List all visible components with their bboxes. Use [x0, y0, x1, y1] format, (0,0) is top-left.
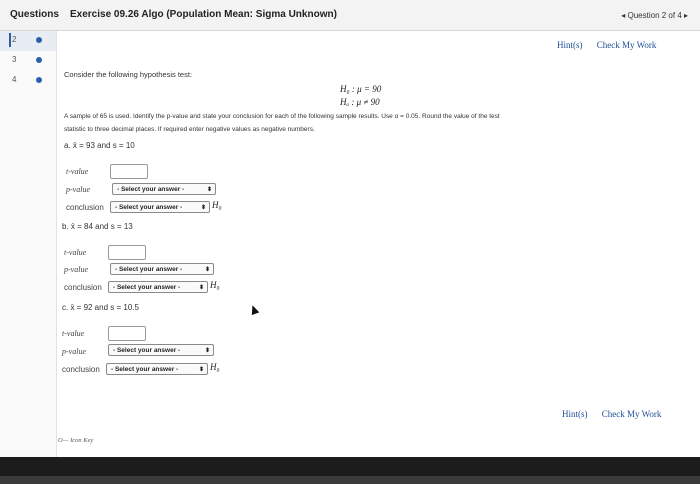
questions-label[interactable]: Questions — [10, 9, 59, 20]
chevron-down-icon: ⬍ — [204, 348, 210, 354]
conclusion-label: conclusion — [62, 365, 100, 374]
conclusion-select[interactable]: - Select your answer - ⬍ — [110, 201, 210, 213]
conclusion-select[interactable]: - Select your answer - ⬍ — [106, 363, 208, 375]
intro-text: Consider the following hypothesis test: — [64, 70, 192, 79]
p-value-label: p-value — [62, 347, 86, 356]
part-b-label: b. x̄ = 84 and s = 13 — [62, 222, 133, 231]
alt-hypothesis: Hₐ : μ ≠ 90 — [340, 97, 380, 107]
select-text: - Select your answer - — [113, 284, 181, 291]
description-line-1: A sample of 65 is used. Identify the p-v… — [64, 113, 500, 120]
question-nav[interactable]: ◂ Question 2 of 4 ▸ — [621, 11, 688, 20]
t-value-label: t-value — [66, 167, 89, 176]
t-value-input[interactable] — [108, 326, 146, 341]
hint-links-top: Hint(s) Check My Work — [545, 40, 656, 50]
h0-label: H₀ — [210, 280, 220, 290]
bottom-strip — [0, 476, 700, 484]
chevron-down-icon: ⬍ — [200, 205, 206, 211]
sidebar-item-number: 2 — [12, 35, 17, 44]
p-value-select[interactable]: - Select your answer - ⬍ — [108, 344, 214, 356]
select-text: - Select your answer - — [111, 366, 179, 373]
status-dot-icon — [36, 37, 42, 43]
conclusion-label: conclusion — [66, 203, 104, 212]
sidebar-item-number: 3 — [12, 55, 17, 64]
active-indicator — [9, 33, 11, 47]
status-dot-icon — [36, 77, 42, 83]
conclusion-label: conclusion — [64, 283, 102, 292]
p-value-select[interactable]: - Select your answer - ⬍ — [110, 263, 214, 275]
t-value-input[interactable] — [110, 164, 148, 179]
sidebar-item-3[interactable]: 3 — [0, 51, 56, 71]
description-line-2: statistic to three decimal places. If re… — [64, 126, 315, 133]
chevron-down-icon: ⬍ — [198, 367, 204, 373]
h0-label: H₀ — [210, 362, 220, 372]
icon-key-link[interactable]: O— Icon Key — [58, 437, 93, 444]
h0-label: H₀ — [212, 200, 222, 210]
chevron-down-icon: ⬍ — [204, 267, 210, 273]
hints-link[interactable]: Hint(s) — [562, 409, 588, 419]
mouse-cursor-icon — [248, 303, 260, 316]
part-c-label: c. x̄ = 92 and s = 10.5 — [62, 303, 139, 312]
bottom-bar — [0, 457, 700, 484]
status-dot-icon — [36, 57, 42, 63]
p-value-label: p-value — [66, 185, 90, 194]
t-value-label: t-value — [64, 248, 87, 257]
select-text: - Select your answer - — [115, 204, 183, 211]
t-value-input[interactable] — [108, 245, 146, 260]
t-value-label: t-value — [62, 329, 85, 338]
part-a-label: a. x̄ = 93 and s = 10 — [64, 141, 135, 150]
conclusion-select[interactable]: - Select your answer - ⬍ — [108, 281, 208, 293]
select-text: - Select your answer - — [113, 347, 181, 354]
question-sidebar: 2 3 4 — [0, 31, 57, 457]
sidebar-item-2[interactable]: 2 — [0, 31, 56, 51]
chevron-down-icon: ⬍ — [206, 187, 212, 193]
null-hypothesis: H₀ : μ = 90 — [340, 84, 382, 94]
select-text: - Select your answer - — [115, 266, 183, 273]
p-value-label: p-value — [64, 265, 88, 274]
hint-links-bottom: Hint(s) Check My Work — [550, 409, 661, 419]
check-my-work-link[interactable]: Check My Work — [597, 40, 657, 50]
select-text: - Select your answer - — [117, 186, 185, 193]
hints-link[interactable]: Hint(s) — [557, 40, 583, 50]
p-value-select[interactable]: - Select your answer - ⬍ — [112, 183, 216, 195]
exercise-title: Exercise 09.26 Algo (Population Mean: Si… — [70, 9, 337, 20]
top-bar: Questions Exercise 09.26 Algo (Populatio… — [0, 0, 700, 31]
check-my-work-link[interactable]: Check My Work — [602, 409, 662, 419]
sidebar-item-4[interactable]: 4 — [0, 71, 56, 91]
sidebar-item-number: 4 — [12, 75, 17, 84]
chevron-down-icon: ⬍ — [198, 285, 204, 291]
